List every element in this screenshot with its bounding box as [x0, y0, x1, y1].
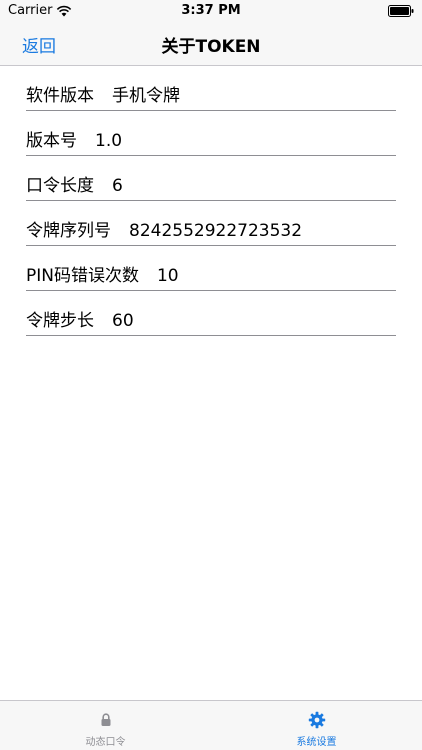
info-value: 8242552922723532 — [129, 221, 303, 241]
tab-system-settings[interactable]: 系统设置 — [211, 701, 422, 750]
info-value: 6 — [112, 176, 123, 196]
info-label: 令牌步长 — [26, 311, 94, 331]
info-label: 口令长度 — [26, 176, 94, 196]
tab-bar: 动态口令 系统设置 — [0, 700, 422, 750]
tab-label: 动态口令 — [85, 737, 126, 748]
info-row-software-version: 软件版本 手机令牌 — [26, 66, 396, 111]
info-label: 令牌序列号 — [26, 221, 111, 241]
tab-dynamic-password[interactable]: 动态口令 — [0, 701, 211, 750]
page-title: 关于TOKEN — [161, 37, 261, 57]
info-row-version-number: 版本号 1.0 — [26, 111, 396, 156]
info-label: 软件版本 — [26, 86, 94, 106]
info-label: 版本号 — [26, 131, 77, 151]
gear-icon — [308, 711, 325, 729]
lock-icon — [101, 713, 110, 726]
info-value: 60 — [112, 311, 134, 331]
info-row-pin-error-count: PIN码错误次数 10 — [26, 246, 396, 291]
tab-label: 系统设置 — [296, 737, 337, 748]
status-time: 3:37 PM — [181, 3, 241, 18]
info-list: 软件版本 手机令牌 版本号 1.0 口令长度 6 令牌序列号 824255292… — [26, 66, 396, 336]
status-bar: Carrier 3:37 PM — [0, 0, 422, 22]
info-row-password-length: 口令长度 6 — [26, 156, 396, 201]
info-value: 手机令牌 — [112, 86, 180, 106]
battery-icon — [388, 5, 414, 17]
screen: Carrier 3:37 PM 返回 关于TOKEN 软件版本 手机令牌 版本号… — [0, 0, 422, 750]
info-row-token-step: 令牌步长 60 — [26, 291, 396, 336]
info-label: PIN码错误次数 — [26, 266, 139, 286]
navigation-bar: 返回 关于TOKEN — [0, 22, 422, 66]
info-value: 1.0 — [95, 131, 123, 151]
info-row-token-serial: 令牌序列号 8242552922723532 — [26, 201, 396, 246]
info-value: 10 — [156, 266, 179, 286]
